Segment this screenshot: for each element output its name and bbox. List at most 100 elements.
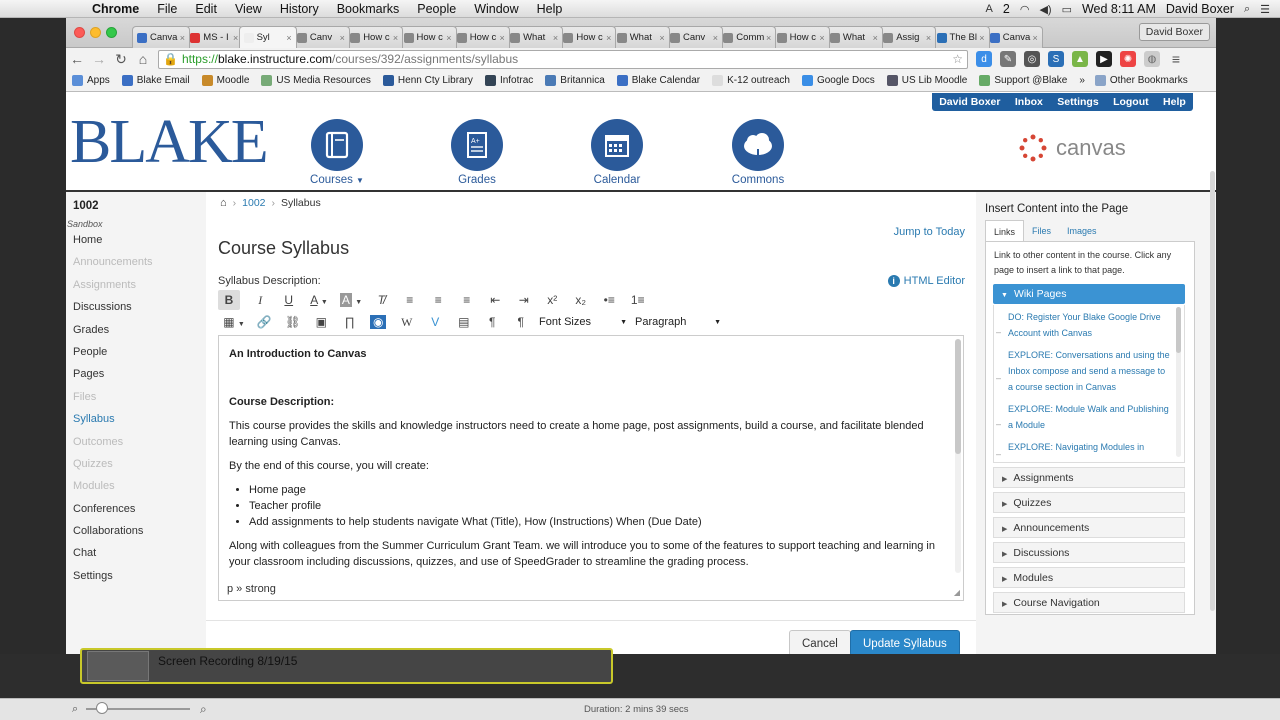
tab-11[interactable]: Comm × <box>718 26 777 48</box>
menu-edit[interactable]: Edit <box>195 2 217 16</box>
extension-d-icon[interactable]: d <box>976 51 992 67</box>
wikipedia-icon[interactable]: W <box>393 312 422 332</box>
spotlight-icon[interactable]: ⌕ <box>1244 3 1250 16</box>
bookmark-item[interactable]: Britannica <box>545 75 605 86</box>
background-color-icon[interactable]: A ▼ <box>335 290 367 310</box>
list-item[interactable]: – DO: Register Your Blake Google Drive Ac… <box>994 305 1184 343</box>
ltr-icon[interactable]: ¶ <box>478 312 507 332</box>
tab-15[interactable]: The Bl × <box>931 26 990 48</box>
adobe-icon[interactable]: A <box>986 3 993 15</box>
sidebar-item-collaborations[interactable]: Collaborations <box>66 520 206 542</box>
tab-close-icon[interactable]: × <box>393 33 398 43</box>
rtl-icon[interactable]: ¶ <box>507 312 536 332</box>
list-item[interactable]: – EXPLORE: Conversations and using the In… <box>994 343 1184 397</box>
volume-icon[interactable]: ◀) <box>1039 3 1051 16</box>
rich-text-editor[interactable]: An Introduction to Canvas Course Descrip… <box>218 335 964 575</box>
tab-5[interactable]: How c × <box>398 26 457 48</box>
home-icon[interactable]: ⌂ <box>220 197 227 209</box>
menu-history[interactable]: History <box>280 2 319 16</box>
numbered-list-icon[interactable]: 1≡ <box>624 290 653 310</box>
subscript-icon[interactable]: x₂ <box>567 290 596 310</box>
wiki-pages-header[interactable]: ▼ Wiki Pages <box>993 284 1185 304</box>
html-editor-toggle[interactable]: i HTML Editor <box>887 275 965 287</box>
clear-formatting-icon[interactable]: T̸ <box>367 290 396 310</box>
bookmark-item[interactable]: Google Docs <box>801 75 875 86</box>
zoom-slider-knob[interactable] <box>96 702 108 714</box>
tab-8[interactable]: How c × <box>558 26 617 48</box>
editor-scrollbar[interactable] <box>955 339 961 573</box>
sidebar-item-grades[interactable]: Grades <box>66 319 206 341</box>
tab-10[interactable]: Canv × <box>665 26 723 48</box>
scrollbar-thumb[interactable] <box>1176 307 1181 353</box>
tab-0[interactable]: Canva × <box>132 26 190 48</box>
menu-file[interactable]: File <box>157 2 177 16</box>
os-user[interactable]: David Boxer <box>1166 2 1234 16</box>
global-nav-calendar[interactable]: Calendar <box>572 119 662 186</box>
bookmark-item[interactable]: Infotrac <box>484 75 533 86</box>
bookmark-item[interactable]: US Media Resources <box>261 75 371 86</box>
usernav-settings[interactable]: Settings <box>1057 96 1098 108</box>
sidebar-item-chat[interactable]: Chat <box>66 542 206 564</box>
tab-12[interactable]: How c × <box>771 26 830 48</box>
equation-icon[interactable]: ∏ <box>336 312 365 332</box>
tab-2[interactable]: Syl × <box>238 26 297 48</box>
battery-icon[interactable]: ▭ <box>1062 3 1072 16</box>
usernav-name[interactable]: David Boxer <box>939 96 1000 108</box>
tab-14[interactable]: Assig × <box>878 26 937 48</box>
outdent-icon[interactable]: ⇤ <box>481 290 510 310</box>
bookmark-item[interactable]: Moodle <box>201 75 249 86</box>
wiki-scrollbar[interactable] <box>1176 307 1181 457</box>
clock[interactable]: Wed 8:11 AM <box>1082 2 1156 16</box>
menu-view[interactable]: View <box>235 2 262 16</box>
italic-icon[interactable]: I <box>246 290 275 310</box>
menu-window[interactable]: Window <box>474 2 518 16</box>
scrollbar-thumb[interactable] <box>955 339 961 454</box>
reload-icon[interactable]: ↻ <box>110 51 132 68</box>
sidebar-item-people[interactable]: People <box>66 341 206 363</box>
bookmarks-overflow-icon[interactable]: » <box>1079 75 1085 86</box>
tab-links[interactable]: Links <box>985 220 1025 242</box>
bookmark-item[interactable]: K-12 outreach <box>712 75 790 86</box>
usernav-inbox[interactable]: Inbox <box>1015 96 1043 108</box>
tab-close-icon[interactable]: × <box>340 33 345 43</box>
paragraph-select[interactable]: Paragraph ▼ <box>631 316 725 328</box>
tab-close-icon[interactable]: × <box>979 33 984 43</box>
cancel-button[interactable]: Cancel <box>789 630 851 654</box>
list-item[interactable]: – EXPLORE: Module Walk and Publishing a M… <box>994 397 1184 435</box>
bookmark-star-icon[interactable]: ☆ <box>952 52 963 66</box>
blake-logo[interactable]: BLAKE <box>70 107 269 177</box>
profile-button[interactable]: David Boxer <box>1138 23 1210 41</box>
unlink-icon[interactable]: ⛓ <box>279 312 308 332</box>
home-icon[interactable]: ⌂ <box>132 51 154 67</box>
tab-close-icon[interactable]: × <box>606 33 611 43</box>
text-color-icon[interactable]: A ▼ <box>303 290 335 310</box>
tab-close-icon[interactable]: × <box>500 33 505 43</box>
bookmark-item[interactable]: Apps <box>72 75 110 86</box>
font-size-select[interactable]: Font Sizes ▼ <box>535 316 631 328</box>
tab-16[interactable]: Canva × <box>984 26 1043 48</box>
breadcrumb-course[interactable]: 1002 <box>242 197 265 209</box>
global-nav-commons[interactable]: Commons <box>713 119 803 186</box>
bookmark-item[interactable]: Henn Cty Library <box>382 75 473 86</box>
tab-close-icon[interactable]: × <box>286 33 291 43</box>
tab-close-icon[interactable]: × <box>233 33 238 43</box>
bookmark-item[interactable]: US Lib Moodle <box>886 75 967 86</box>
usernav-logout[interactable]: Logout <box>1113 96 1149 108</box>
tab-1[interactable]: MS - I × <box>185 26 244 48</box>
page-scrollbar[interactable] <box>1210 171 1215 611</box>
tab-close-icon[interactable]: × <box>766 33 771 43</box>
indent-icon[interactable]: ⇥ <box>510 290 539 310</box>
menu-help[interactable]: Help <box>537 2 563 16</box>
tab-13[interactable]: What × <box>824 26 883 48</box>
tab-close-icon[interactable]: × <box>873 33 878 43</box>
update-syllabus-button[interactable]: Update Syllabus <box>850 630 960 654</box>
section-modules[interactable]: ▶ Modules <box>993 567 1185 588</box>
sidebar-item-conferences[interactable]: Conferences <box>66 498 206 520</box>
superscript-icon[interactable]: x² <box>538 290 567 310</box>
tab-close-icon[interactable]: × <box>713 33 718 43</box>
back-icon[interactable]: ← <box>66 51 88 67</box>
resize-grip-icon[interactable]: ◢ <box>954 588 960 597</box>
link-icon[interactable]: 🔗 <box>250 312 279 332</box>
section-announcements[interactable]: ▶ Announcements <box>993 517 1185 538</box>
section-quizzes[interactable]: ▶ Quizzes <box>993 492 1185 513</box>
